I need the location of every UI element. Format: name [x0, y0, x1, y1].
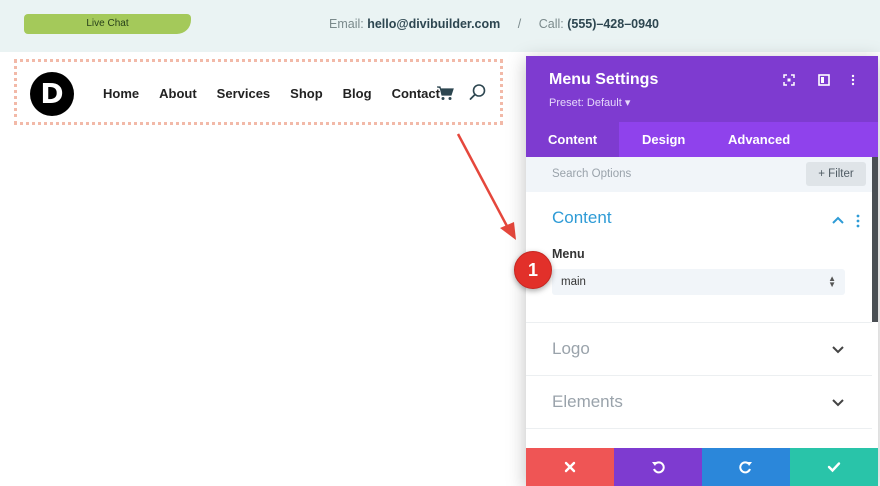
save-button[interactable] — [790, 448, 878, 486]
nav-item-shop[interactable]: Shop — [290, 86, 323, 101]
cart-icon[interactable] — [436, 85, 454, 101]
preset-dropdown[interactable]: Preset: Default ▾ — [549, 96, 630, 109]
nav-item-contact[interactable]: Contact — [392, 86, 440, 101]
tab-content[interactable]: Content — [526, 122, 619, 157]
tab-design[interactable]: Design — [620, 122, 707, 157]
split-view-icon[interactable] — [818, 74, 830, 86]
more-options-icon[interactable] — [847, 74, 859, 86]
close-icon — [564, 461, 576, 473]
section-divider — [526, 428, 872, 429]
chevron-down-icon[interactable] — [832, 346, 844, 354]
chevron-up-icon[interactable] — [832, 216, 844, 224]
filter-button[interactable]: + Filter — [806, 162, 866, 186]
call-label: Call: — [538, 17, 564, 31]
step-number-badge: 1 — [514, 251, 552, 289]
annotation-arrow-icon — [456, 133, 516, 240]
page: Live Chat Email: hello@divibuilder.com /… — [0, 0, 880, 486]
section-divider — [526, 375, 872, 376]
panel-scrollbar[interactable] — [872, 157, 878, 322]
checkmark-icon — [827, 462, 841, 473]
email-label: Email: — [329, 17, 364, 31]
section-logo-title[interactable]: Logo — [552, 339, 590, 359]
menu-settings-panel: Menu Settings Preset: Default ▾ Content … — [526, 56, 878, 486]
nav-item-services[interactable]: Services — [217, 86, 271, 101]
discard-button[interactable] — [526, 448, 614, 486]
nav-item-blog[interactable]: Blog — [343, 86, 372, 101]
select-caret-icon: ▲ ▼ — [828, 274, 836, 289]
expand-icon[interactable] — [783, 74, 795, 86]
tab-advanced[interactable]: Advanced — [706, 122, 812, 157]
email-link[interactable]: hello@divibuilder.com — [367, 17, 500, 31]
menu-select-value: main — [561, 276, 586, 288]
top-bar: Live Chat Email: hello@divibuilder.com /… — [0, 0, 880, 52]
redo-icon — [739, 461, 752, 474]
menu-module[interactable]: D Home About Services Shop Blog Contact — [14, 59, 503, 125]
site-logo[interactable]: D — [30, 72, 74, 116]
section-content-title[interactable]: Content — [552, 208, 612, 228]
main-nav: Home About Services Shop Blog Contact — [103, 86, 460, 101]
nav-item-about[interactable]: About — [159, 86, 197, 101]
menu-field-label: Menu — [552, 247, 585, 261]
redo-button[interactable] — [702, 448, 790, 486]
chevron-down-icon[interactable] — [832, 399, 844, 407]
contact-info: Email: hello@divibuilder.com / Call: (55… — [329, 17, 659, 31]
search-options-input[interactable]: Search Options — [552, 168, 631, 180]
panel-tabs: Content Design Advanced — [526, 122, 878, 157]
section-elements-title[interactable]: Elements — [552, 392, 623, 412]
section-options-icon[interactable] — [856, 214, 860, 228]
undo-button[interactable] — [614, 448, 702, 486]
menu-select[interactable]: main ▲ ▼ — [552, 269, 845, 295]
panel-header: Menu Settings Preset: Default ▾ — [526, 56, 878, 122]
live-chat-button[interactable]: Live Chat — [24, 14, 191, 34]
undo-icon — [652, 461, 665, 474]
contact-separator: / — [517, 17, 522, 31]
search-icon[interactable] — [469, 83, 487, 101]
panel-title: Menu Settings — [549, 71, 659, 88]
phone-link[interactable]: (555)–428–0940 — [567, 17, 659, 31]
panel-footer — [526, 448, 878, 486]
nav-item-home[interactable]: Home — [103, 86, 139, 101]
options-search: Search Options + Filter — [526, 157, 872, 192]
section-divider — [526, 322, 872, 323]
